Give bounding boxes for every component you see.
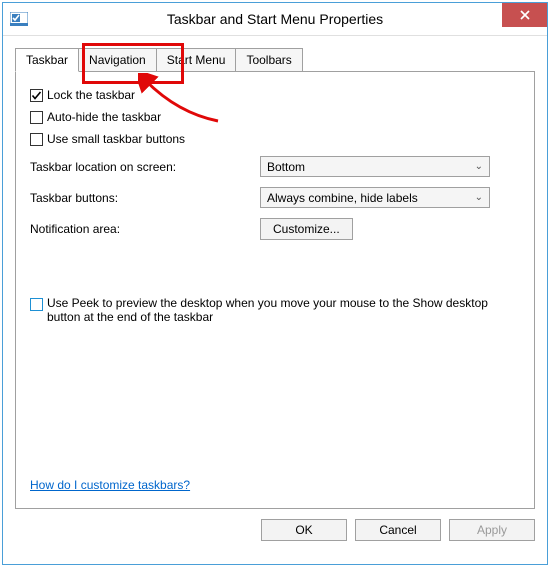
- chevron-down-icon: ⌄: [475, 161, 483, 172]
- checkbox-label: Auto-hide the taskbar: [47, 110, 161, 124]
- checkbox-lock[interactable]: [30, 89, 43, 102]
- row-taskbar-buttons: Taskbar buttons: Always combine, hide la…: [30, 187, 520, 208]
- dialog-buttons: OK Cancel Apply: [3, 519, 535, 541]
- tab-strip: Taskbar Navigation Start Menu Toolbars: [15, 48, 547, 72]
- help-link[interactable]: How do I customize taskbars?: [30, 478, 190, 492]
- cancel-button[interactable]: Cancel: [355, 519, 441, 541]
- checkbox-peek[interactable]: [30, 298, 43, 311]
- tab-taskbar[interactable]: Taskbar: [15, 48, 79, 72]
- tab-navigation[interactable]: Navigation: [78, 48, 157, 72]
- window-title: Taskbar and Start Menu Properties: [167, 11, 383, 27]
- checkbox-row-lock: Lock the taskbar: [30, 88, 520, 102]
- chevron-down-icon: ⌄: [475, 192, 483, 203]
- title-bar: Taskbar and Start Menu Properties: [3, 3, 547, 36]
- button-label: OK: [295, 523, 312, 537]
- checkbox-label: Lock the taskbar: [47, 88, 135, 102]
- label-taskbar-location: Taskbar location on screen:: [30, 160, 260, 174]
- checkbox-row-small: Use small taskbar buttons: [30, 132, 520, 146]
- checkbox-label: Use small taskbar buttons: [47, 132, 185, 146]
- tab-label: Start Menu: [167, 53, 226, 67]
- tab-label: Navigation: [89, 53, 146, 67]
- system-icon: [9, 11, 29, 27]
- customize-button[interactable]: Customize...: [260, 218, 353, 240]
- checkbox-row-peek: Use Peek to preview the desktop when you…: [30, 296, 520, 324]
- checkmark-icon: [31, 90, 42, 101]
- close-button[interactable]: [502, 3, 547, 27]
- row-taskbar-location: Taskbar location on screen: Bottom ⌄: [30, 156, 520, 177]
- checkbox-row-autohide: Auto-hide the taskbar: [30, 110, 520, 124]
- properties-window: Taskbar and Start Menu Properties Taskba…: [2, 2, 548, 565]
- close-icon: [520, 8, 530, 23]
- label-notification-area: Notification area:: [30, 222, 260, 236]
- tab-label: Taskbar: [26, 53, 68, 67]
- tab-label: Toolbars: [246, 53, 291, 67]
- checkbox-label: Use Peek to preview the desktop when you…: [47, 296, 520, 324]
- label-taskbar-buttons: Taskbar buttons:: [30, 191, 260, 205]
- tab-start-menu[interactable]: Start Menu: [156, 48, 237, 72]
- button-label: Cancel: [379, 523, 416, 537]
- checkbox-small-buttons[interactable]: [30, 133, 43, 146]
- combo-taskbar-location[interactable]: Bottom ⌄: [260, 156, 490, 177]
- combo-value: Bottom: [267, 160, 305, 174]
- tab-panel-taskbar: Lock the taskbar Auto-hide the taskbar U…: [15, 71, 535, 509]
- apply-button[interactable]: Apply: [449, 519, 535, 541]
- checkbox-autohide[interactable]: [30, 111, 43, 124]
- combo-taskbar-buttons[interactable]: Always combine, hide labels ⌄: [260, 187, 490, 208]
- ok-button[interactable]: OK: [261, 519, 347, 541]
- button-label: Customize...: [273, 222, 340, 236]
- row-notification-area: Notification area: Customize...: [30, 218, 520, 240]
- tab-toolbars[interactable]: Toolbars: [235, 48, 302, 72]
- button-label: Apply: [477, 523, 507, 537]
- combo-value: Always combine, hide labels: [267, 191, 418, 205]
